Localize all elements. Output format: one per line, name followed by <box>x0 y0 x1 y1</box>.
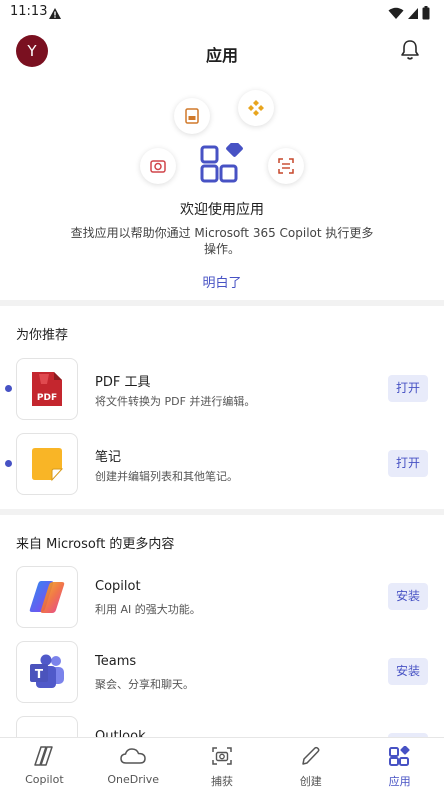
install-button[interactable]: 安装 <box>388 583 428 610</box>
nav-apps[interactable]: 应用 <box>355 738 444 789</box>
battery-icon <box>422 5 430 24</box>
pen-icon <box>300 746 322 770</box>
app-row-teams[interactable]: T Teams 聚会、分享和聊天。 安装 <box>0 641 444 705</box>
app-description: 将文件转换为 PDF 并进行编辑。 <box>95 395 256 408</box>
new-badge-dot <box>5 385 12 392</box>
scan-icon <box>268 148 304 184</box>
nav-create[interactable]: 创建 <box>266 738 355 789</box>
nav-label: 创建 <box>299 775 322 788</box>
camera-target-icon <box>140 148 176 184</box>
copilot-icon <box>16 566 78 628</box>
apps-icon <box>388 745 411 770</box>
nav-capture[interactable]: 捕获 <box>178 738 267 789</box>
pdf-icon-label: PDF <box>37 393 57 403</box>
teams-icon-label: T <box>35 667 44 681</box>
app-row-copilot[interactable]: Copilot 利用 AI 的强大功能。 安装 <box>0 566 444 630</box>
nav-copilot[interactable]: Copilot <box>0 738 89 789</box>
status-indicators <box>388 5 430 24</box>
status-time: 11:13 <box>10 4 48 19</box>
pdf-icon: PDF <box>16 358 78 420</box>
nav-label: 捕获 <box>210 775 233 788</box>
alert-icon <box>48 5 62 24</box>
apps-grid-icon <box>200 140 244 187</box>
install-button[interactable]: 安装 <box>388 658 428 685</box>
open-button[interactable]: 打开 <box>388 450 428 477</box>
app-name: 笔记 <box>95 450 122 465</box>
recommended-title: 为你推荐 <box>16 328 69 343</box>
welcome-title: 欢迎使用应用 <box>180 202 264 218</box>
new-badge-dot <box>5 460 12 467</box>
bell-icon[interactable] <box>400 39 420 65</box>
bottom-nav: Copilot OneDrive 捕获 创建 应用 <box>0 737 444 789</box>
app-name: Teams <box>95 654 137 669</box>
app-description: 聚会、分享和聊天。 <box>95 678 194 691</box>
app-description: 利用 AI 的强大功能。 <box>95 603 201 616</box>
app-name: PDF 工具 <box>95 375 151 390</box>
page-title: 应用 <box>205 46 238 65</box>
camera-icon <box>211 746 233 770</box>
copilot-nav-icon <box>33 746 55 770</box>
open-button[interactable]: 打开 <box>388 375 428 402</box>
document-icon <box>174 98 210 134</box>
nav-label: 应用 <box>388 775 411 788</box>
signal-icon <box>407 5 419 24</box>
app-header: Y 应用 <box>0 32 444 72</box>
welcome-description: 查找应用以帮助你通过 Microsoft 365 Copilot 执行更多操作。 <box>70 226 374 256</box>
cloud-icon <box>120 746 146 770</box>
section-divider <box>0 509 444 515</box>
section-divider <box>0 300 444 306</box>
nav-label: Copilot <box>25 773 64 786</box>
app-description: 创建并编辑列表和其他笔记。 <box>95 470 238 483</box>
nav-label: OneDrive <box>107 773 160 786</box>
app-name: Copilot <box>95 579 141 594</box>
nav-onedrive[interactable]: OneDrive <box>89 738 178 789</box>
got-it-link[interactable]: 明白了 <box>0 272 444 291</box>
app-row-notes[interactable]: 笔记 创建并编辑列表和其他笔记。 打开 <box>0 433 444 497</box>
diamond-icon <box>238 90 274 126</box>
more-title: 来自 Microsoft 的更多内容 <box>16 537 175 552</box>
teams-icon: T <box>16 641 78 703</box>
welcome-hero: 欢迎使用应用 查找应用以帮助你通过 Microsoft 365 Copilot … <box>0 88 444 300</box>
status-bar: 11:13 <box>0 0 444 26</box>
notes-icon <box>16 433 78 495</box>
app-row-pdf[interactable]: PDF PDF 工具 将文件转换为 PDF 并进行编辑。 打开 <box>0 358 444 422</box>
wifi-icon <box>388 5 404 24</box>
